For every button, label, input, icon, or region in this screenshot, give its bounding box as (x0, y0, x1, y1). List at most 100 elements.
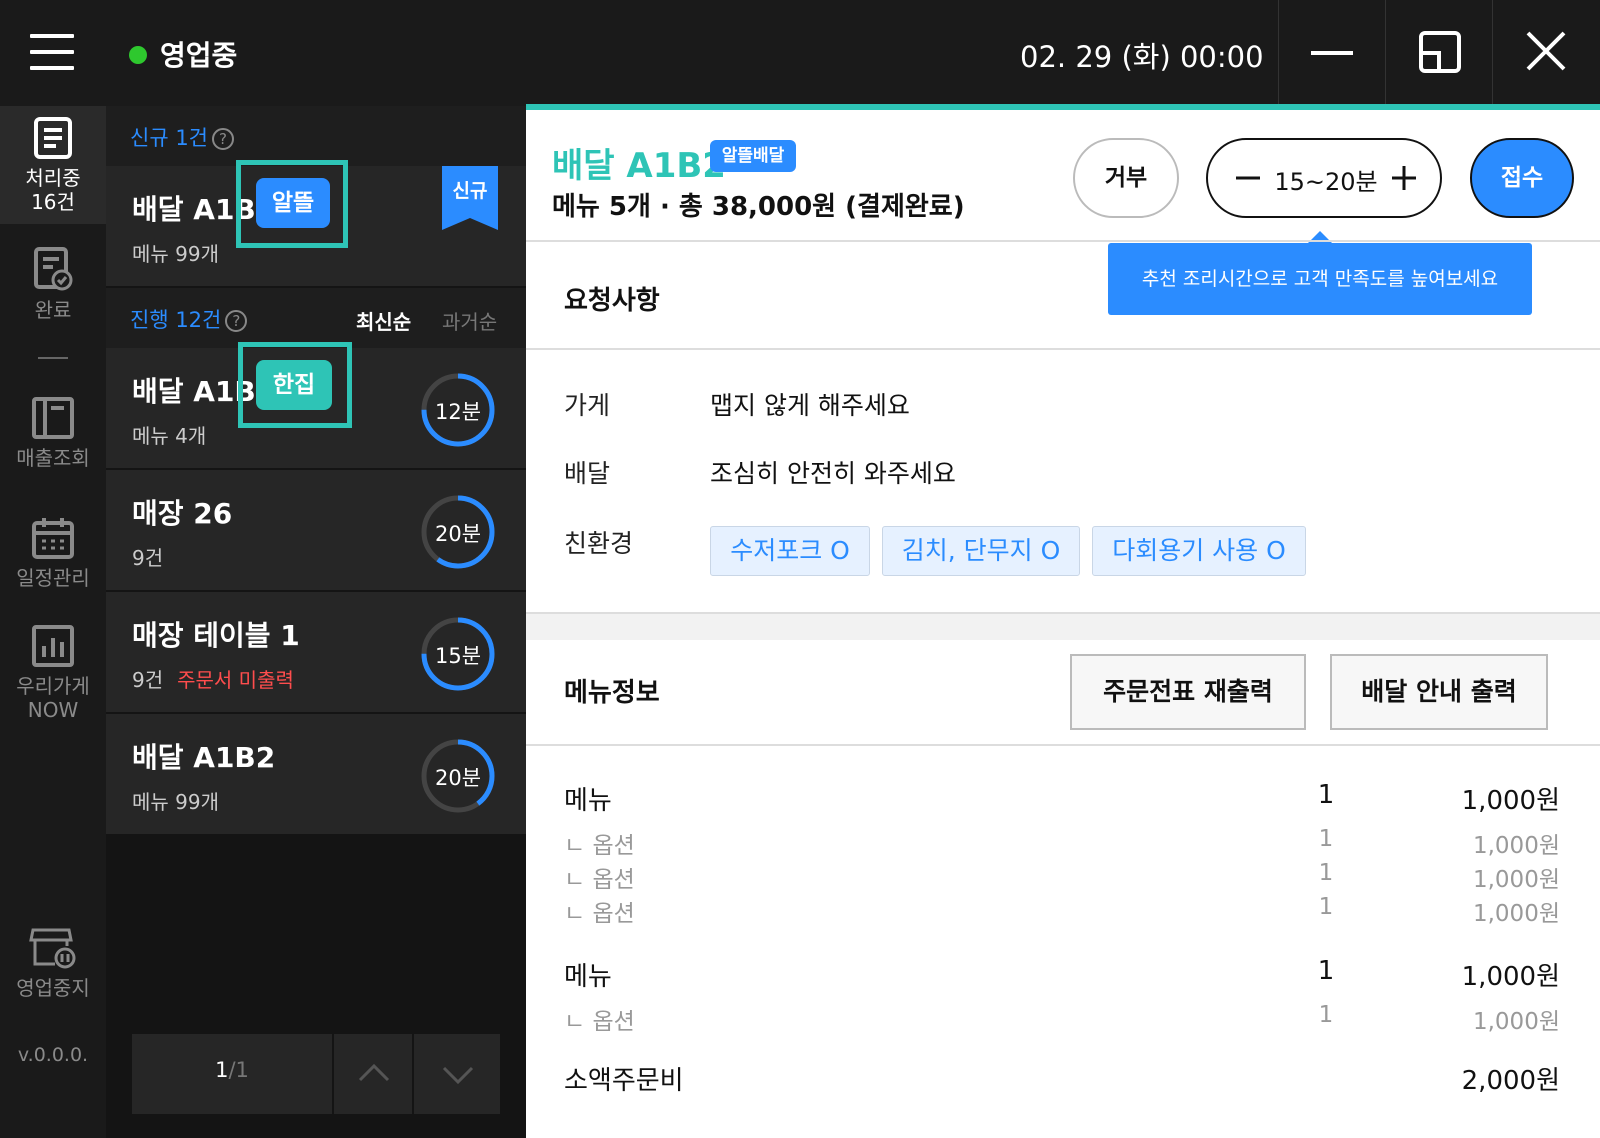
reprint-order-button[interactable]: 주문전표 재출력 (1070, 654, 1306, 730)
minimize-button[interactable] (1278, 0, 1384, 106)
section-spacer (526, 614, 1600, 640)
store-status[interactable]: 영업중 (160, 34, 237, 74)
top-bar: 영업중 02. 29 (화) 00:00 (0, 0, 1600, 106)
request-value-store: 맵지 않게 해주세요 (710, 391, 910, 420)
order-card[interactable]: 배달 A1B2 메뉴 99개 20분 (106, 714, 526, 836)
order-list-panel: 신규 1건? 배달 A1B2 메뉴 99개 신규 알뜰 진행 12건? 최신순 … (106, 106, 526, 1138)
item-name: ㄴ 옵션 (564, 901, 635, 927)
datetime: 02. 29 (화) 00:00 (1020, 40, 1264, 74)
eco-chip-side-dish: 김치, 단무지 O (882, 526, 1080, 576)
restore-icon (1419, 31, 1461, 73)
single-delivery-badge: 한집 (256, 360, 332, 410)
reject-button[interactable]: 거부 (1073, 138, 1179, 218)
help-icon[interactable]: ? (225, 310, 248, 332)
request-label-eco: 친환경 (564, 529, 634, 558)
order-title: 매장 테이블 1 (132, 619, 300, 652)
close-icon (1526, 31, 1566, 71)
order-subtitle-count: 9건 (132, 546, 164, 570)
item-price: 1,000원 (1472, 901, 1560, 927)
book-icon (32, 397, 74, 439)
status-dot-icon (129, 46, 147, 64)
timer-ring: 20분 (418, 492, 498, 572)
menu-icon[interactable] (30, 34, 74, 70)
chevron-up-icon (358, 1063, 390, 1082)
new-orders-count: 신규 1건 (130, 126, 208, 150)
plus-icon[interactable] (1384, 158, 1424, 198)
request-label-delivery: 배달 (564, 459, 611, 488)
minus-icon[interactable] (1228, 158, 1268, 198)
accept-button[interactable]: 접수 (1470, 138, 1574, 218)
bar-chart-icon (32, 625, 74, 667)
cook-time-tooltip: 추천 조리시간으로 고객 만족도를 높여보세요 (1108, 231, 1532, 315)
order-title: 매장 26 (132, 497, 233, 530)
item-qty: 1 (1318, 860, 1334, 886)
requests-title: 요청사항 (564, 286, 660, 316)
menu-info-title: 메뉴정보 (564, 678, 660, 708)
print-delivery-info-button[interactable]: 배달 안내 출력 (1330, 654, 1548, 730)
delivery-type-badge: 알뜰배달 (710, 140, 796, 172)
order-subtitle-count: 9건 (132, 668, 164, 692)
sidebar-label: 처리중 (25, 166, 81, 190)
sidebar-label: 완료 (34, 298, 72, 322)
timer-ring: 15분 (418, 614, 498, 694)
sort-oldest-button[interactable]: 과거순 (442, 306, 497, 335)
sidebar-item-store-now[interactable]: 우리가게 NOW (0, 624, 106, 722)
print-warning: 주문서 미출력 (177, 668, 294, 692)
item-qty: 1 (1317, 956, 1335, 986)
sidebar-label-sub: NOW (27, 698, 79, 722)
sidebar-item-pause[interactable]: 영업중지 (0, 924, 106, 1000)
page-indicator: 1/1 (132, 1058, 332, 1082)
progress-orders-count: 진행 12건 (130, 308, 222, 332)
fee-label: 소액주문비 (564, 1066, 684, 1096)
order-detail-title: 배달 A1B2 (552, 146, 726, 186)
minimize-icon (1311, 51, 1353, 55)
item-price: 1,000원 (1472, 867, 1560, 893)
document-check-icon (34, 247, 73, 291)
item-name: ㄴ 옵션 (564, 833, 635, 859)
item-name: 메뉴 (564, 786, 612, 816)
fee-amount: 2,000원 (1461, 1066, 1560, 1096)
help-icon[interactable]: ? (212, 128, 234, 150)
eco-chip-reusable: 다회용기 사용 O (1092, 526, 1306, 576)
order-subtitle-count: 메뉴 99개 (132, 790, 220, 814)
timer-text: 15분 (434, 644, 482, 668)
item-name: ㄴ 옵션 (564, 867, 635, 893)
sidebar: 처리중 16건 완료 매출조회 일정관리 우리가게 NOW 영업중지 v.0.0… (0, 106, 106, 1138)
sidebar-label: 영업중지 (16, 976, 90, 1000)
order-title: 배달 A1B2 (132, 741, 276, 774)
restore-button[interactable] (1385, 0, 1491, 106)
sidebar-label: 우리가게 (16, 674, 90, 698)
document-list-icon (34, 117, 72, 159)
close-button[interactable] (1492, 0, 1598, 106)
request-label-store: 가게 (564, 391, 611, 420)
budget-badge: 알뜰 (256, 178, 330, 228)
item-name: ㄴ 옵션 (564, 1009, 635, 1035)
sidebar-label: 매출조회 (16, 446, 90, 470)
item-price: 1,000원 (1472, 833, 1560, 859)
page-down-button[interactable] (412, 1034, 500, 1114)
item-price: 1,000원 (1461, 786, 1560, 816)
order-card[interactable]: 매장 26 9건 20분 (106, 470, 526, 592)
sort-latest-button[interactable]: 최신순 (356, 306, 411, 335)
timer-ring: 12분 (418, 370, 498, 450)
item-qty: 1 (1317, 780, 1335, 810)
chevron-down-icon (442, 1066, 474, 1085)
order-subtitle: 메뉴 99개 (132, 786, 219, 815)
version-text: v.0.0.0. (17, 1044, 89, 1066)
timer-ring: 20분 (418, 736, 498, 816)
item-qty: 1 (1318, 894, 1334, 920)
sidebar-item-schedule[interactable]: 일정관리 (0, 516, 106, 590)
order-card[interactable]: 매장 테이블 1 9건 주문서 미출력 15분 (106, 592, 526, 714)
divider (526, 240, 1600, 242)
item-price: 1,000원 (1472, 1009, 1560, 1035)
page-up-button[interactable] (332, 1034, 412, 1114)
new-ribbon: 신규 (442, 166, 498, 230)
divider (526, 744, 1600, 746)
order-subtitle: 메뉴 4개 (132, 420, 206, 449)
item-qty: 1 (1318, 826, 1334, 852)
page-current: 1 (215, 1058, 229, 1082)
sidebar-item-sales[interactable]: 매출조회 (0, 396, 106, 470)
sidebar-item-processing[interactable]: 처리중 16건 (0, 106, 106, 224)
sidebar-item-completed[interactable]: 완료 (0, 246, 106, 322)
order-summary: 메뉴 5개 · 총 38,000원 (결제완료) (552, 192, 965, 222)
